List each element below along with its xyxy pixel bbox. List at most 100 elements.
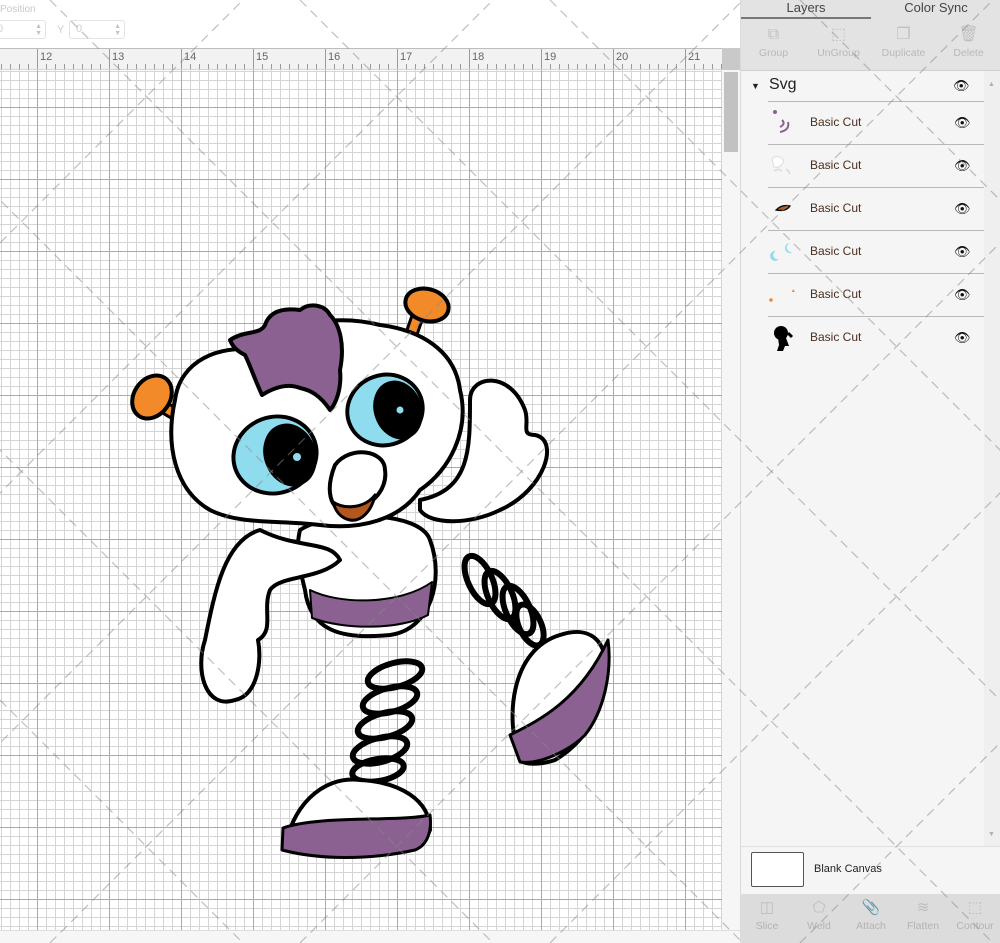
ruler-minor-tick xyxy=(433,64,434,69)
ruler-minor-tick xyxy=(55,64,56,69)
ruler-minor-tick xyxy=(46,64,47,69)
ruler-label: 14 xyxy=(184,51,197,63)
ruler-minor-tick xyxy=(343,64,344,69)
layer-row[interactable]: Basic Cut 👁 xyxy=(768,144,984,187)
layer-row[interactable]: Basic Cut 👁 xyxy=(768,230,984,273)
layer-group-svg[interactable]: ▼ Svg 👁 xyxy=(741,71,984,101)
ruler-label: 13 xyxy=(112,51,125,63)
attach-button[interactable]: 📎 Attach xyxy=(845,894,897,943)
eye-icon[interactable]: 👁 xyxy=(954,158,971,174)
ruler-label: 15 xyxy=(256,51,269,63)
ruler-minor-tick xyxy=(361,64,362,69)
design-space-app: Position 0 ▲ ▼ Y 0 ▲ ▼ 12 13 14 15 16 17 18 19 20 2… xyxy=(0,0,1000,943)
contour-icon: ⬚ xyxy=(967,899,983,916)
ruler-minor-tick xyxy=(190,64,191,69)
group-icon: ⧉ xyxy=(767,26,780,43)
delete-button[interactable]: 🗑 Delete xyxy=(936,19,1000,70)
ruler-minor-tick xyxy=(712,64,713,69)
ruler-minor-tick xyxy=(568,64,569,69)
ruler-minor-tick xyxy=(460,64,461,69)
ruler-major-tick xyxy=(325,49,326,69)
eye-icon[interactable]: 👁 xyxy=(954,287,971,303)
layer-row[interactable]: Basic Cut 👁 xyxy=(768,316,984,359)
scroll-down-icon[interactable]: ▼ xyxy=(988,831,995,838)
ruler-minor-tick xyxy=(415,64,416,69)
scroll-up-icon[interactable]: ▲ xyxy=(988,81,995,88)
canvas-scroll-thumb[interactable] xyxy=(724,72,738,152)
layer-row[interactable]: Basic Cut 👁 xyxy=(768,187,984,230)
ruler-minor-tick xyxy=(478,64,479,69)
ruler-label: 19 xyxy=(544,51,557,63)
eye-icon[interactable]: 👁 xyxy=(953,78,970,94)
ungroup-button[interactable]: ⬚ UnGroup xyxy=(806,19,871,70)
ruler-minor-tick xyxy=(496,64,497,69)
ruler-minor-tick xyxy=(172,64,173,69)
spinner-arrows-icon[interactable]: ▲ ▼ xyxy=(114,23,121,37)
group-name: Svg xyxy=(769,76,797,93)
spinner-arrows-icon[interactable]: ▲ ▼ xyxy=(35,23,42,37)
ruler-minor-tick xyxy=(577,64,578,69)
ruler-minor-tick xyxy=(271,64,272,69)
right-spring xyxy=(461,552,547,649)
canvas-vertical-scrollbar[interactable] xyxy=(722,70,740,930)
blank-canvas-row[interactable]: Blank Canvas xyxy=(741,846,1000,894)
layer-name: Basic Cut xyxy=(810,287,862,301)
ruler-minor-tick xyxy=(442,64,443,69)
caret-down-icon[interactable]: ▼ xyxy=(751,81,760,91)
ruler-minor-tick xyxy=(208,64,209,69)
duplicate-button[interactable]: ❐ Duplicate xyxy=(871,19,936,70)
ruler-minor-tick xyxy=(424,64,425,69)
ruler-label: 18 xyxy=(472,51,485,63)
ruler-major-tick xyxy=(685,49,686,69)
ungroup-label: UnGroup xyxy=(817,47,860,59)
eye-icon[interactable]: 👁 xyxy=(954,201,971,217)
layer-row[interactable]: Basic Cut 👁 xyxy=(768,273,984,316)
y-position-input[interactable]: 0 ▲ ▼ xyxy=(69,20,125,39)
bottom-actions-toolbar: ◫ Slice ⬠ Weld 📎 Attach ≋ Flatten ⬚ Cont… xyxy=(741,894,1000,943)
ruler-minor-tick xyxy=(280,64,281,69)
flatten-button[interactable]: ≋ Flatten xyxy=(897,894,949,943)
eye-icon[interactable]: 👁 xyxy=(954,244,971,260)
layer-name: Basic Cut xyxy=(810,201,862,215)
contour-button[interactable]: ⬚ Contour xyxy=(949,894,1000,943)
layers-panel: Layers Color Sync ⧉ Group ⬚ UnGroup ❐ Du… xyxy=(740,0,1000,943)
tab-color-sync[interactable]: Color Sync xyxy=(871,0,1000,19)
ruler-minor-tick xyxy=(307,64,308,69)
ruler-minor-tick xyxy=(10,64,11,69)
ruler-minor-tick xyxy=(370,64,371,69)
tab-layers[interactable]: Layers xyxy=(741,0,871,19)
ruler-minor-tick xyxy=(631,64,632,69)
ruler-minor-tick xyxy=(703,64,704,69)
ruler-minor-tick xyxy=(19,64,20,69)
layer-list-scrollbar[interactable]: ▲ ▼ xyxy=(984,71,1000,846)
ruler-label: 20 xyxy=(616,51,629,63)
ruler-major-tick xyxy=(397,49,398,69)
ruler-minor-tick xyxy=(316,64,317,69)
slice-button[interactable]: ◫ Slice xyxy=(741,894,793,943)
blank-canvas-swatch[interactable] xyxy=(751,852,804,887)
ruler-corner xyxy=(722,48,740,70)
ruler-minor-tick xyxy=(145,64,146,69)
group-button[interactable]: ⧉ Group xyxy=(741,19,806,70)
eye-icon[interactable]: 👁 xyxy=(954,115,971,131)
flatten-icon: ≋ xyxy=(916,899,930,916)
design-canvas[interactable] xyxy=(0,70,722,930)
ruler-minor-tick xyxy=(118,64,119,69)
layer-thumbnail-black-outline xyxy=(774,326,794,351)
ruler-minor-tick xyxy=(550,64,551,69)
ruler-minor-tick xyxy=(91,64,92,69)
attach-label: Attach xyxy=(856,920,886,932)
ruler-major-tick xyxy=(181,49,182,69)
weld-button[interactable]: ⬠ Weld xyxy=(793,894,845,943)
x-position-input[interactable]: 0 ▲ ▼ xyxy=(0,20,46,39)
duplicate-icon: ❐ xyxy=(896,26,911,43)
artwork-character[interactable] xyxy=(120,270,620,870)
canvas-horizontal-scrollbar[interactable] xyxy=(0,930,740,943)
layer-thumbnail-orange-antennae xyxy=(769,289,795,302)
flatten-label: Flatten xyxy=(906,920,940,932)
ruler-minor-tick xyxy=(226,64,227,69)
layer-thumbnail-white xyxy=(771,155,791,175)
ruler-minor-tick xyxy=(244,64,245,69)
eye-icon[interactable]: 👁 xyxy=(954,330,971,346)
layer-row[interactable]: Basic Cut 👁 xyxy=(768,101,984,144)
